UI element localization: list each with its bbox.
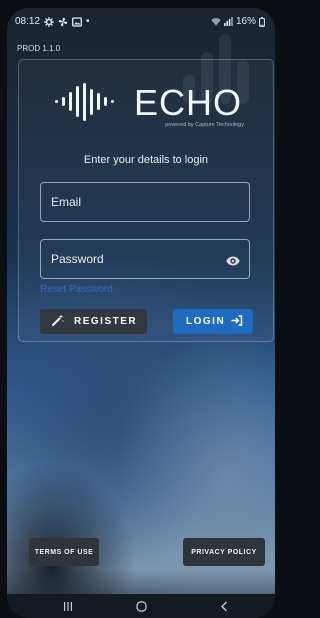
- battery-icon: [259, 16, 265, 27]
- battery-text: 16%: [235, 16, 256, 27]
- back-icon[interactable]: [209, 597, 239, 615]
- image-icon: [72, 16, 82, 27]
- email-field[interactable]: [40, 182, 250, 222]
- reset-password-link[interactable]: Reset Password: [40, 284, 113, 295]
- logo-waveform-icon: [55, 83, 114, 121]
- password-field[interactable]: [40, 239, 250, 279]
- eye-icon[interactable]: [226, 253, 240, 271]
- navigation-bar: [7, 594, 275, 618]
- echo-logo: ECHO powered by Capture Technology: [54, 83, 244, 137]
- password-input[interactable]: [41, 251, 213, 267]
- login-button[interactable]: LOGIN: [173, 309, 253, 334]
- version-label: PROD 1.1.0: [17, 44, 61, 53]
- status-dot: •: [86, 16, 90, 27]
- status-bar: 08:12 • 16%: [7, 8, 275, 34]
- status-time: 08:12: [15, 16, 41, 27]
- login-label: LOGIN: [186, 316, 226, 327]
- fan-icon: [58, 17, 68, 27]
- register-label: REGISTER: [74, 316, 138, 327]
- login-card: ECHO powered by Capture Technology Enter…: [18, 59, 274, 342]
- screen: 08:12 • 16% PROD 1.1.0 ECHO powered by C…: [7, 8, 275, 618]
- brand-name: ECHO: [134, 82, 243, 123]
- wifi-icon: [211, 17, 221, 26]
- powered-by: powered by Capture Technology: [165, 122, 244, 128]
- settings-icon: [44, 16, 55, 27]
- register-button[interactable]: REGISTER: [40, 309, 147, 334]
- login-subtitle: Enter your details to login: [83, 154, 209, 166]
- login-arrow-icon: [231, 314, 243, 329]
- signal-icon: [223, 17, 233, 26]
- privacy-policy-button[interactable]: PRIVACY POLICY: [183, 538, 265, 566]
- terms-of-use-button[interactable]: TERMS OF USE: [29, 538, 99, 566]
- magic-wand-icon: [52, 314, 64, 329]
- recents-icon[interactable]: [53, 597, 83, 615]
- email-input[interactable]: [41, 194, 213, 210]
- home-icon[interactable]: [126, 597, 156, 615]
